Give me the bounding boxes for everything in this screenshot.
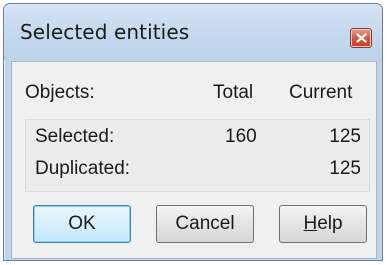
selected-total: 160 [225,126,257,147]
help-button[interactable]: Help [279,205,367,243]
window-title: Selected entities [20,20,190,44]
current-header: Current [289,82,353,103]
total-header: Total [213,82,254,103]
counts-group: Selected: 160 125 Duplicated: 125 [25,119,370,192]
help-button-mnemonic: H [303,213,318,234]
ok-button[interactable]: OK [33,205,131,243]
close-button[interactable] [350,28,372,48]
cancel-button[interactable]: Cancel [156,205,254,243]
dialog-body: Objects: Total Current Selected: 160 125… [11,61,377,259]
selected-label: Selected: [35,126,115,147]
objects-header: Objects: [25,82,95,103]
selected-current: 125 [329,126,361,147]
duplicated-current: 125 [329,158,361,179]
cancel-button-label: Cancel [175,213,235,234]
help-button-label: elp [317,213,343,234]
title-bar[interactable]: Selected entities [4,4,382,60]
close-icon [356,33,367,43]
duplicated-label: Duplicated: [35,158,131,179]
ok-button-label: OK [68,213,96,234]
dialog-window: Selected entities Objects: Total Current… [3,3,383,261]
